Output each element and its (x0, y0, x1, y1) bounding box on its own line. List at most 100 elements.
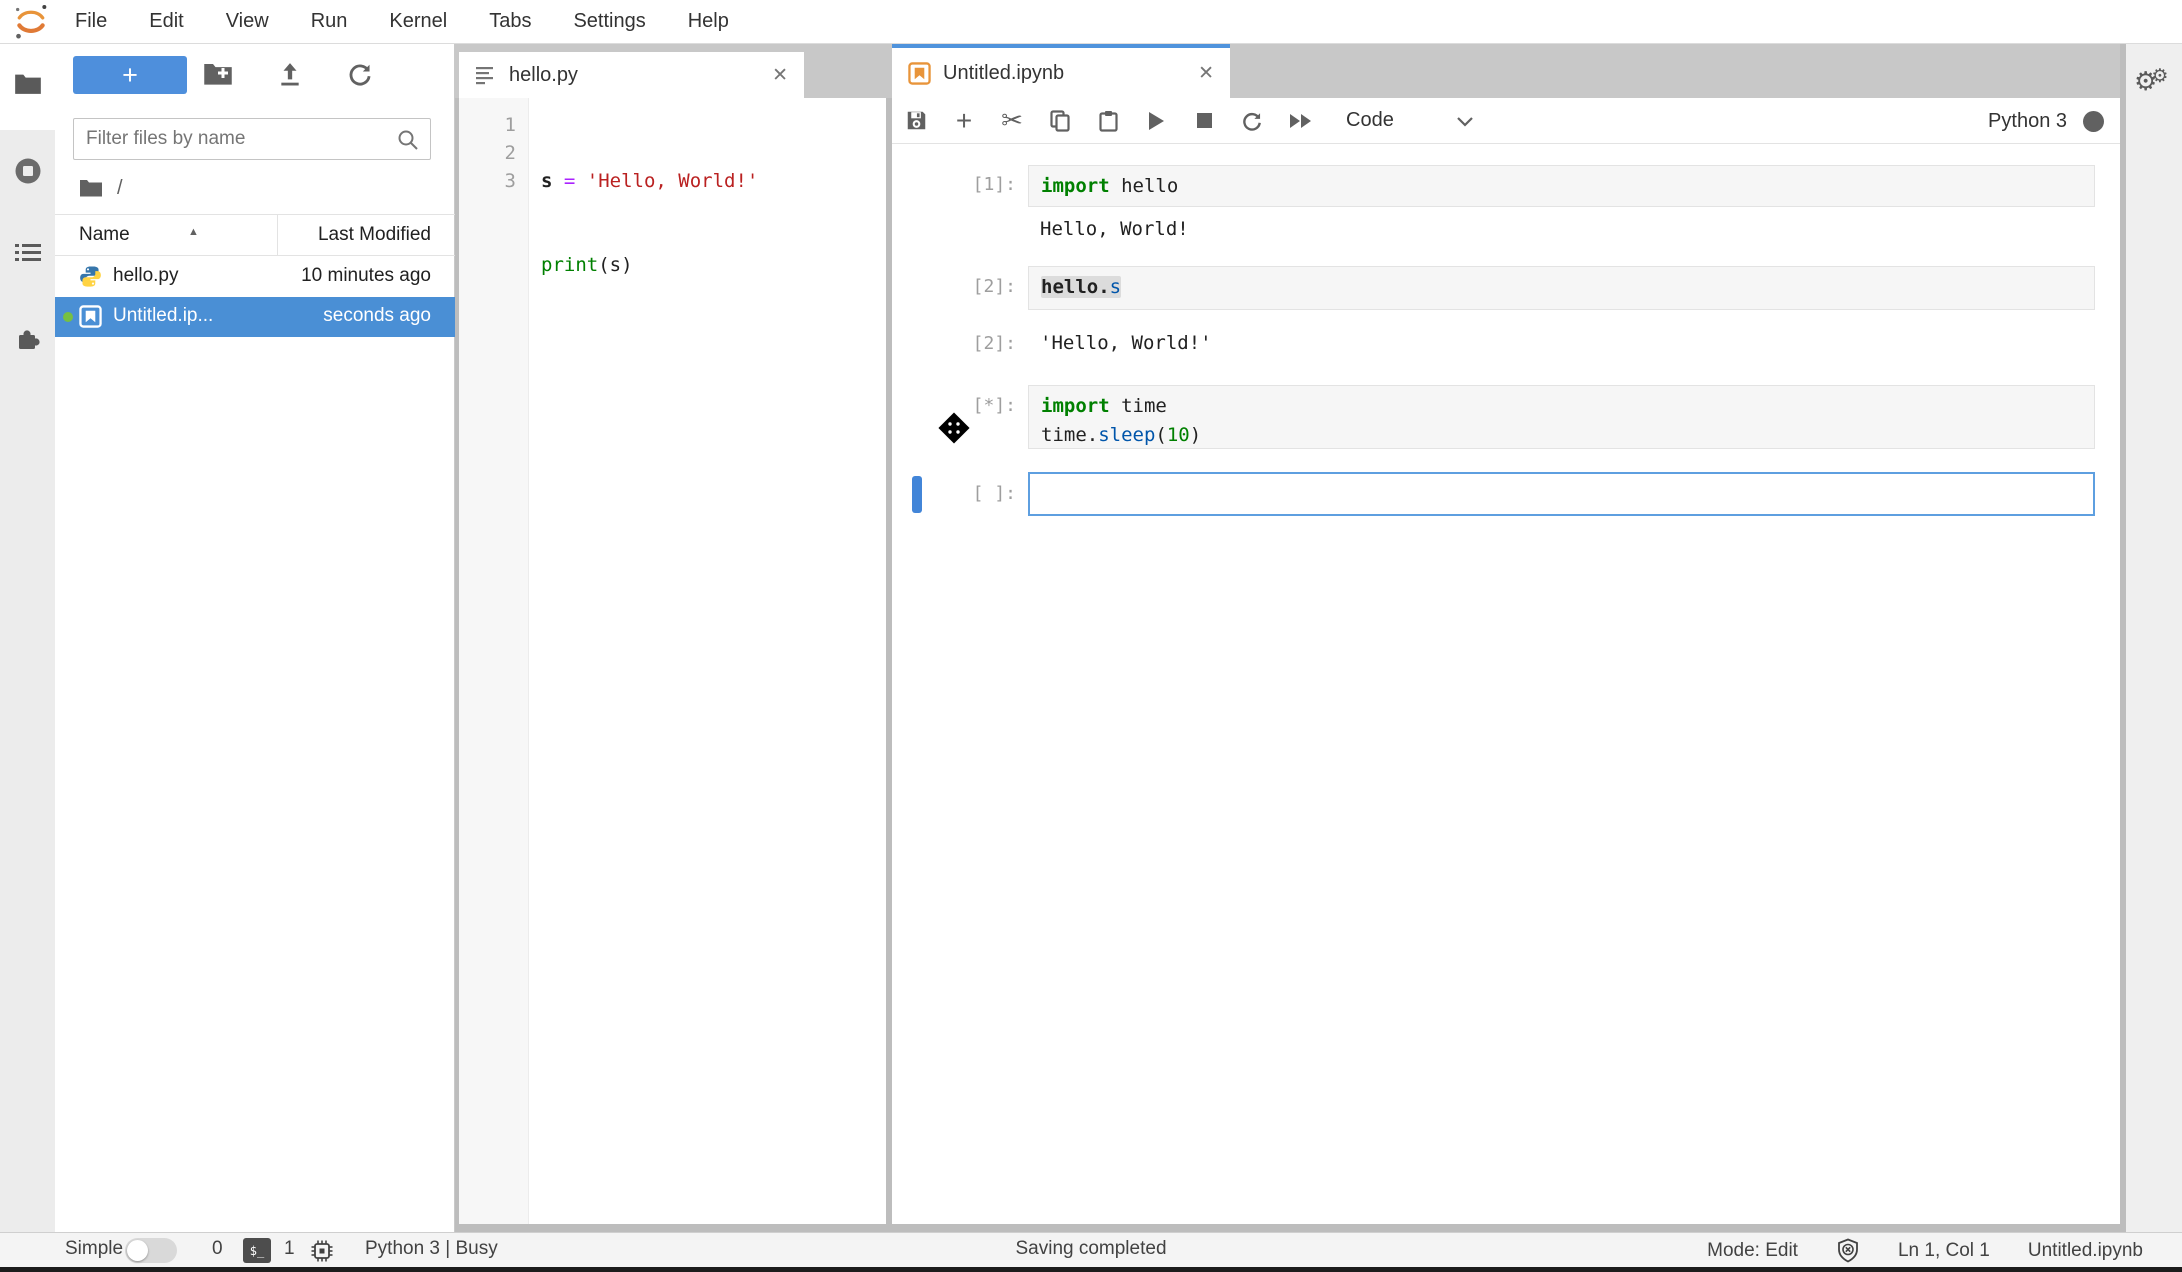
active-cell-collapser[interactable] (912, 476, 922, 513)
line-number-gutter: 1 2 3 (459, 98, 529, 1224)
notebook-toolbar: + ✂ (892, 98, 2120, 144)
paste-cells-icon[interactable] (1084, 110, 1132, 132)
kernel-count: 1 (284, 1238, 295, 1260)
cursor-position[interactable]: Ln 1, Col 1 (1898, 1240, 1990, 1262)
notebook-file-icon (79, 305, 102, 328)
current-file-name: Untitled.ipynb (2028, 1240, 2143, 1262)
table-of-contents-icon[interactable] (0, 242, 55, 264)
input-prompt: [1]: (948, 174, 1016, 195)
chevron-down-icon (1456, 115, 1474, 127)
trust-shield-icon[interactable] (1836, 1238, 1860, 1263)
run-cell-icon[interactable] (1132, 112, 1180, 130)
terminal-icon[interactable]: $_ (243, 1238, 271, 1263)
menu-settings[interactable]: Settings (552, 10, 666, 33)
close-tab-icon[interactable]: ✕ (772, 64, 788, 87)
menu-view[interactable]: View (205, 10, 290, 33)
input-prompt: [2]: (948, 276, 1016, 297)
menu-help[interactable]: Help (667, 10, 750, 33)
window-bottom-edge (0, 1267, 2182, 1272)
status-bar: Simple 0 $_ 1 Python 3 | Busy Saving com… (0, 1232, 2182, 1267)
jupyterlab-window: File Edit View Run Kernel Tabs Settings … (0, 0, 2182, 1272)
file-name: Untitled.ip... (113, 305, 213, 327)
notebook-untitled-ipynb: + ✂ (892, 98, 2120, 1224)
tab-hello-py[interactable]: hello.py ✕ (459, 52, 804, 98)
restart-kernel-icon[interactable] (1228, 110, 1276, 132)
file-list-header: Name ▲ Last Modified (55, 214, 455, 256)
toggle-knob (127, 1240, 148, 1261)
extension-manager-icon[interactable] (0, 326, 55, 354)
new-folder-icon[interactable] (203, 61, 233, 87)
dock-tab-bar: hello.py ✕ Untitled.ipynb ✕ (455, 44, 2120, 98)
advanced-tools-gear-icon[interactable]: ⚙⚙ (2134, 66, 2174, 97)
search-icon (396, 128, 420, 152)
save-icon[interactable] (892, 110, 940, 131)
menu-edit[interactable]: Edit (128, 10, 204, 33)
simple-mode-label: Simple (65, 1238, 123, 1260)
code-cell-2[interactable]: hello.s (1028, 266, 2095, 310)
copy-cells-icon[interactable] (1036, 110, 1084, 132)
notebook-tab-icon (908, 62, 931, 85)
code-line-2: print(s) (541, 251, 758, 279)
left-activity-bar (0, 44, 55, 1232)
running-sessions-icon[interactable] (0, 156, 55, 186)
file-browser-panel: + (55, 44, 455, 1232)
text-editor-hello-py[interactable]: 1 2 3 s = 'Hello, World!' print(s) (459, 98, 886, 1224)
file-row-hello-py[interactable]: hello.py 10 minutes ago (55, 257, 455, 297)
code-cell-1[interactable]: import hello (1028, 165, 2095, 207)
code-line-1: s = 'Hello, World!' (541, 167, 758, 195)
menu-run[interactable]: Run (290, 10, 369, 33)
cell-type-dropdown[interactable]: Code (1346, 109, 1474, 132)
file-row-untitled-ipynb[interactable]: Untitled.ip... seconds ago (55, 297, 455, 337)
output-prompt: [2]: (948, 333, 1016, 354)
file-modified: 10 minutes ago (301, 265, 431, 287)
kernel-chip-icon[interactable] (310, 1239, 334, 1263)
restart-run-all-icon[interactable] (1276, 114, 1324, 128)
new-launcher-button[interactable]: + (73, 56, 187, 94)
add-cell-icon[interactable]: + (940, 105, 988, 137)
editor-code[interactable]: s = 'Hello, World!' print(s) (541, 98, 758, 335)
menu-bar: File Edit View Run Kernel Tabs Settings … (0, 0, 2182, 44)
kernel-name: Python 3 (1988, 110, 2067, 133)
cell-1-output: Hello, World! (1040, 218, 1189, 240)
refresh-icon[interactable] (347, 61, 373, 87)
tab-label: hello.py (509, 64, 578, 87)
tab-untitled-ipynb[interactable]: Untitled.ipynb ✕ (892, 44, 1230, 98)
simple-mode-toggle[interactable] (125, 1238, 177, 1263)
sort-ascending-icon[interactable]: ▲ (188, 226, 199, 238)
cell-2-output: 'Hello, World!' (1040, 332, 1212, 354)
cell-type-value: Code (1346, 109, 1394, 132)
code-cell-4-active[interactable] (1028, 472, 2095, 516)
upload-icon[interactable] (277, 61, 303, 87)
text-file-icon (475, 65, 497, 85)
breadcrumb[interactable]: / (79, 174, 123, 202)
line-number: 2 (459, 139, 516, 167)
file-name: hello.py (113, 265, 179, 287)
column-name[interactable]: Name (79, 224, 130, 246)
jupyter-logo-icon (8, 2, 54, 42)
menu-file[interactable]: File (54, 10, 128, 33)
filter-files-box (73, 118, 431, 160)
file-modified: seconds ago (323, 305, 431, 327)
column-last-modified[interactable]: Last Modified (318, 224, 431, 246)
close-tab-icon[interactable]: ✕ (1198, 62, 1214, 85)
kernel-indicator[interactable]: Python 3 (1988, 98, 2104, 144)
breadcrumb-root[interactable]: / (117, 177, 123, 200)
notebook-mode[interactable]: Mode: Edit (1707, 1240, 1798, 1262)
kernel-busy-icon (2083, 111, 2104, 132)
right-sidebar: ⚙⚙ (2126, 44, 2182, 1232)
file-browser-icon[interactable] (0, 72, 55, 96)
interrupt-kernel-icon[interactable] (1180, 113, 1228, 128)
cut-cells-icon[interactable]: ✂ (988, 105, 1036, 136)
running-kernel-dot (63, 312, 73, 322)
line-number: 3 (459, 167, 516, 195)
mouse-cursor (936, 410, 972, 446)
terminal-count: 0 (212, 1238, 223, 1260)
menu-tabs[interactable]: Tabs (468, 10, 552, 33)
filter-files-input[interactable] (86, 119, 396, 159)
kernel-status[interactable]: Python 3 | Busy (365, 1238, 498, 1260)
save-status-message: Saving completed (1015, 1238, 1166, 1260)
code-cell-3[interactable]: import timetime.sleep(10) (1028, 385, 2095, 449)
column-divider (277, 215, 278, 256)
menu-kernel[interactable]: Kernel (368, 10, 468, 33)
input-prompt: [ ]: (948, 483, 1016, 504)
